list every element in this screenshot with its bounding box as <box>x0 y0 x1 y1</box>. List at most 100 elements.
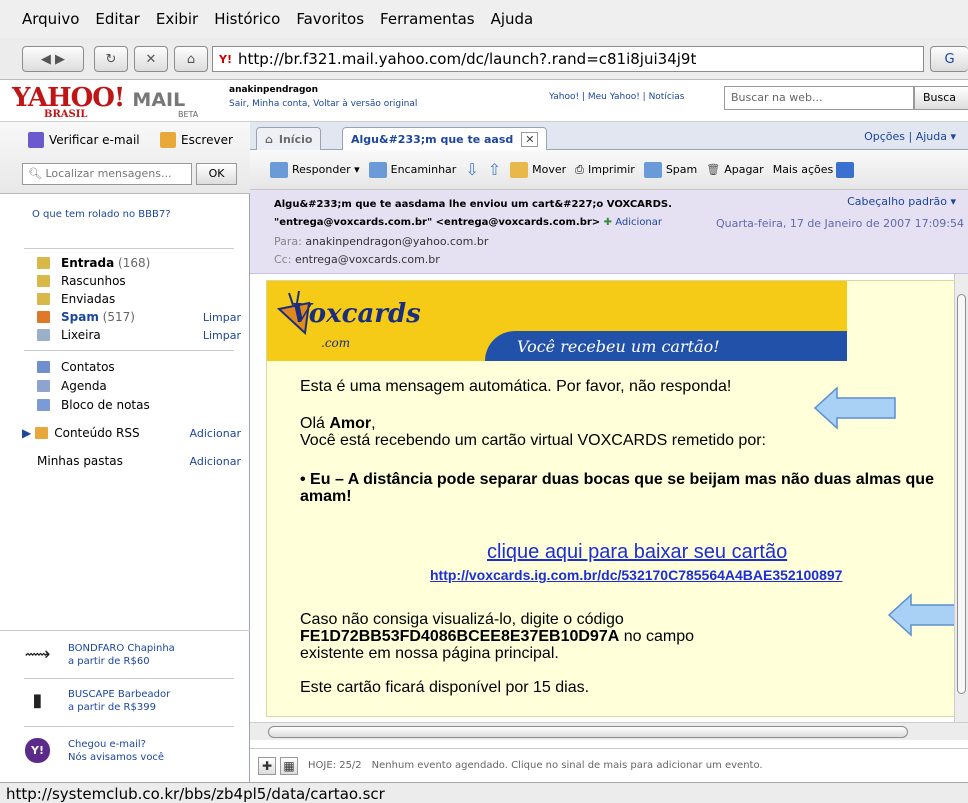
delete-button[interactable]: 🗑︎ Apagar <box>706 163 763 176</box>
ad-buscape[interactable]: ▮ BUSCAPE Barbeador a partir de R$399 <box>25 688 171 714</box>
stop-button[interactable]: ✕ <box>134 46 168 72</box>
menu-historico[interactable]: Histórico <box>214 10 280 28</box>
calendar-link[interactable]: Agenda <box>37 377 241 395</box>
shaver-icon: ▮ <box>32 690 43 711</box>
address-bar[interactable]: Y! http://br.f321.mail.yahoo.com/dc/laun… <box>212 46 924 72</box>
move-folder-icon <box>510 161 529 178</box>
menu-arquivo[interactable]: Arquivo <box>22 10 79 28</box>
check-mail-button[interactable]: Verificar e-mail <box>28 132 140 148</box>
auto-message-text: Esta é uma mensagem automática. Por favo… <box>300 378 732 395</box>
drafts-icon <box>37 275 50 287</box>
rss-folder[interactable]: ▶ Conteúdo RSS Adicionar <box>22 424 241 442</box>
yahoo-top-links[interactable]: Yahoo! | Meu Yahoo! | Notícias <box>549 92 685 102</box>
print-button[interactable]: ⎙ Imprimir <box>575 163 635 177</box>
spam-button[interactable]: Spam <box>643 161 697 178</box>
voxcards-brand: Voxcards <box>291 299 421 329</box>
spam-icon <box>643 161 662 178</box>
menu-editar[interactable]: Editar <box>95 10 139 28</box>
mail-search-input[interactable]: 🔍︎ Localizar mensagens... <box>22 163 192 185</box>
username: anakinpendragon <box>229 85 318 95</box>
tab-strip: ⌂ Início Algu&#233;m que te aasd ✕ Opções … <box>250 122 968 150</box>
download-card-link[interactable]: clique aqui para baixar seu cartão <box>487 541 787 564</box>
yahoo-header: YAHOO! MAIL BRASIL BETA anakinpendragon … <box>0 80 968 122</box>
tab-home[interactable]: ⌂ Início <box>256 127 322 150</box>
arrow-down-icon: ⇩ <box>465 160 479 179</box>
folder-inbox[interactable]: Entrada (168) <box>37 254 241 272</box>
yahoo-logo: YAHOO! MAIL <box>12 83 186 113</box>
calendar-button[interactable]: ▦ <box>280 756 298 775</box>
code-intro: Caso não consiga visualizá-lo, digite o … <box>300 611 624 628</box>
ad-mail-alert[interactable]: Y! Chegou e-mail? Nós avisamos você <box>25 738 164 764</box>
greeting: Olá Amor, <box>300 415 376 432</box>
message-toolbar: Responder ▾ Encaminhar ⇩ ⇧ Mover ⎙ Imprim… <box>250 150 968 190</box>
status-bar: http://systemclub.co.kr/bbs/zb4pl5/data/… <box>0 782 968 803</box>
rss-add-link[interactable]: Adicionar <box>190 427 241 440</box>
add-event-button[interactable]: ✚ <box>258 756 276 775</box>
scroll-thumb[interactable] <box>957 294 966 694</box>
compose-button[interactable]: Escrever <box>160 132 233 148</box>
options-help-links[interactable]: Opções | Ajuda ▾ <box>864 130 956 143</box>
sender-text: • Eu – A distância pode separar duas boc… <box>300 471 934 488</box>
menu-ajuda[interactable]: Ajuda <box>491 10 534 28</box>
previous-message-button[interactable]: ⇧ <box>488 160 501 179</box>
move-button[interactable]: Mover <box>510 161 566 178</box>
divider <box>24 350 234 351</box>
stop-icon: ✕ <box>145 51 157 67</box>
forward-button[interactable]: Encaminhar <box>368 161 456 178</box>
web-search-input[interactable]: Buscar na web... <box>724 86 914 110</box>
folder-sent[interactable]: Enviadas <box>37 290 241 308</box>
my-folders-add-link[interactable]: Adicionar <box>190 455 241 468</box>
arrow-up-icon: ⇧ <box>487 160 502 179</box>
left-arrow-icon <box>813 386 896 430</box>
tab-message[interactable]: Algu&#233;m que te aasd ✕ <box>342 127 548 150</box>
google-icon: G <box>944 51 955 67</box>
home-icon: ⌂ <box>186 51 196 67</box>
forward-icon <box>368 161 387 178</box>
check-mail-label: Verificar e-mail <box>49 133 140 147</box>
navigation-bar: ◀ ▶ ↻ ✕ ⌂ Y! http://br.f321.mail.yahoo.c… <box>0 38 968 80</box>
web-search-button[interactable]: Busca <box>914 86 968 110</box>
promo-link[interactable]: O que tem rolado no BBB7? <box>32 208 182 221</box>
reload-button[interactable]: ↻ <box>94 46 128 72</box>
more-actions-button[interactable]: Mais ações <box>773 161 859 178</box>
menu-bar: Arquivo Editar Exibir Histórico Favorito… <box>0 0 968 38</box>
card-url-link[interactable]: http://voxcards.ig.com.br/dc/532170C7855… <box>430 567 842 583</box>
url-text: http://br.f321.mail.yahoo.com/dc/launch?… <box>237 50 697 68</box>
sent-icon <box>37 293 50 305</box>
close-tab-icon[interactable]: ✕ <box>521 131 539 147</box>
back-arrow-icon: ◀ ▶ <box>40 51 66 67</box>
menu-ferramentas[interactable]: Ferramentas <box>380 10 475 28</box>
home-icon: ⌂ <box>265 132 273 146</box>
beta-label: BETA <box>178 110 199 119</box>
spam-empty-link[interactable]: Limpar <box>203 311 241 324</box>
menu-exibir[interactable]: Exibir <box>156 10 198 28</box>
message-header: Algu&#233;m que te aasdama lhe enviou um… <box>250 190 968 274</box>
trash-icon: 🗑︎ <box>706 163 721 176</box>
menu-favoritos[interactable]: Favoritos <box>296 10 364 28</box>
vertical-scrollbar[interactable] <box>954 274 968 722</box>
trash-empty-link[interactable]: Limpar <box>203 329 241 342</box>
back-forward-button[interactable]: ◀ ▶ <box>22 46 84 72</box>
google-search-button[interactable]: G <box>930 46 968 72</box>
folder-spam[interactable]: Spam (517) Limpar <box>37 308 241 326</box>
folder-trash[interactable]: Lixeira Limpar <box>37 326 241 344</box>
next-message-button[interactable]: ⇩ <box>465 160 478 179</box>
folder-drafts[interactable]: Rascunhos <box>37 272 241 290</box>
intro-text: Você está recebendo um cartão virtual VO… <box>300 432 766 449</box>
code-line-3: existente em nossa página principal. <box>300 645 559 662</box>
voxcards-card: Voxcards .com Você recebeu um cartão! Es… <box>266 280 968 717</box>
add-contact-icon: ✚ <box>603 217 613 228</box>
horizontal-scrollbar[interactable] <box>250 722 968 740</box>
ad-bondfaro[interactable]: ⟿ BONDFARO Chapinha a partir de R$60 <box>25 642 175 668</box>
contacts-link[interactable]: Contatos <box>37 358 241 376</box>
add-contact-link[interactable]: ✚ Adicionar <box>604 217 662 228</box>
notepad-link[interactable]: Bloco de notas <box>37 396 241 414</box>
account-links[interactable]: Sair, Minha conta, Voltar à versão origi… <box>229 99 417 109</box>
home-button[interactable]: ⌂ <box>174 46 208 72</box>
header-mode-dropdown[interactable]: Cabeçalho padrão ▾ <box>847 195 956 208</box>
expand-arrow-icon: ▶ <box>22 426 32 440</box>
mail-search-ok-button[interactable]: OK <box>196 163 237 185</box>
reply-button[interactable]: Responder ▾ <box>270 161 360 178</box>
voxcards-banner: Voxcards .com Você recebeu um cartão! <box>267 281 847 361</box>
scroll-thumb[interactable] <box>268 726 908 738</box>
